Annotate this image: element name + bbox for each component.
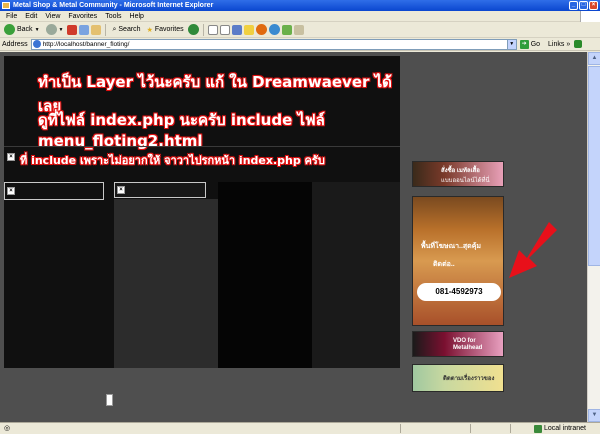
- chevron-down-icon: ▼: [58, 26, 64, 33]
- addon-icon[interactable]: [574, 40, 583, 48]
- menu-box-1: ×: [4, 182, 104, 200]
- ad-shop-banner[interactable]: สั่งซื้อ เมทัลเสื้อ แบบออนไลน์ได้ที่นี่: [412, 161, 504, 187]
- heading-line-3: ที่ include เพราะไม่อยากให้ จาวาไปรกหน้า…: [20, 154, 325, 167]
- ad-pig-text: ติดตามเรื่องราวของ: [443, 376, 495, 382]
- ie-window-icon: [2, 2, 10, 9]
- ad-vdo-text: VDO for Metalhead: [453, 338, 483, 351]
- messenger-icon[interactable]: [255, 24, 267, 35]
- search-label: Search: [118, 26, 141, 33]
- scroll-up-icon[interactable]: ▲: [588, 52, 600, 65]
- heading-line-2: ดูที่ไฟล์ index.php นะครับ include ไฟล์ …: [38, 111, 325, 150]
- status-divider: [510, 424, 511, 433]
- chevron-right-icon[interactable]: »: [566, 41, 570, 48]
- close-icon[interactable]: ×: [589, 1, 598, 10]
- ad-sidebar: สั่งซื้อ เมทัลเสื้อ แบบออนไลน์ได้ที่นี่ …: [402, 156, 508, 396]
- ad-shop-sub: แบบออนไลน์ได้ที่นี่: [441, 178, 490, 184]
- zone-label: Local intranet: [543, 425, 586, 432]
- divider: [4, 146, 400, 147]
- browser-window: Metal Shop & Metal Community - Microsoft…: [0, 0, 600, 434]
- menu-box-2: ×: [114, 182, 206, 198]
- window-controls: _ □ ×: [569, 1, 598, 10]
- back-arrow-icon: [4, 24, 15, 35]
- close-layer-icon[interactable]: ×: [7, 153, 15, 161]
- menu-edit[interactable]: Edit: [21, 11, 41, 21]
- ad-contact-text: ติดต่อ..: [433, 261, 455, 268]
- research-icon[interactable]: [268, 24, 280, 35]
- menu-view[interactable]: View: [41, 11, 64, 21]
- toolbar-divider: [105, 23, 107, 36]
- mail-icon[interactable]: [207, 24, 218, 35]
- ad-pig-banner[interactable]: ติดตามเรื่องราวของ: [412, 364, 504, 392]
- windows-logo-icon: [580, 11, 600, 22]
- status-bar: ◎ Local intranet: [0, 422, 600, 434]
- scroll-thumb[interactable]: [588, 66, 600, 266]
- menu-favorites[interactable]: Favorites: [64, 11, 101, 21]
- column-2: [114, 199, 218, 368]
- floating-layer: ทำเป็น Layer ไว้นะครับ แก้ ใน Dreamwaeve…: [4, 56, 400, 406]
- status-divider: [400, 424, 401, 433]
- tools-icon[interactable]: [293, 24, 304, 35]
- address-bar: Address http://localhost/banner_floting/…: [0, 38, 600, 51]
- minimize-icon[interactable]: _: [569, 1, 578, 10]
- red-arrow-icon: [509, 222, 557, 278]
- menu-help[interactable]: Help: [126, 11, 148, 21]
- chevron-down-icon: ▼: [34, 26, 40, 33]
- page-done-icon: ◎: [4, 425, 11, 432]
- ad-vdo-banner[interactable]: VDO for Metalhead: [412, 331, 504, 357]
- go-button[interactable]: ➜ Go: [519, 39, 541, 49]
- page-icon: [32, 40, 41, 48]
- folder-icon[interactable]: [243, 24, 254, 35]
- column-4: [312, 182, 400, 368]
- ad-space-banner[interactable]: พื้นที่โฆษณา..สุดคุ้ม ติดต่อ.. 081-45929…: [412, 196, 504, 326]
- address-label: Address: [2, 40, 28, 48]
- back-button[interactable]: Back ▼: [2, 23, 42, 37]
- close-layer-icon[interactable]: ×: [117, 186, 125, 194]
- menu-bar: File Edit View Favorites Tools Help: [0, 11, 600, 22]
- addon-icon[interactable]: [281, 24, 292, 35]
- home-icon[interactable]: [91, 24, 102, 35]
- maximize-icon[interactable]: □: [579, 1, 588, 10]
- star-icon: ★: [146, 26, 153, 34]
- ad-space-text: พื้นที่โฆษณา..สุดคุ้ม: [421, 243, 482, 250]
- menu-tools[interactable]: Tools: [101, 11, 125, 21]
- links-button[interactable]: Links: [548, 41, 564, 48]
- title-bar: Metal Shop & Metal Community - Microsoft…: [0, 0, 600, 11]
- go-label: Go: [530, 40, 541, 48]
- chevron-down-icon[interactable]: ▼: [506, 39, 516, 49]
- menu-file[interactable]: File: [2, 11, 21, 21]
- scroll-down-icon[interactable]: ▼: [588, 409, 600, 422]
- status-divider: [470, 424, 471, 433]
- column-3: [218, 182, 312, 368]
- media-icon[interactable]: [187, 24, 199, 35]
- ad-shop-text: สั่งซื้อ เมทัลเสื้อ: [441, 168, 480, 174]
- back-label: Back: [17, 26, 33, 33]
- favorites-button[interactable]: ★ Favorites: [145, 23, 186, 37]
- ad-phone-number: 081-4592973: [417, 283, 501, 301]
- edit-icon[interactable]: [231, 24, 242, 35]
- security-zone: Local intranet: [533, 423, 586, 434]
- toolbar-divider: [202, 23, 204, 36]
- address-value[interactable]: http://localhost/banner_floting/: [43, 41, 507, 48]
- search-button[interactable]: ⌕ Search: [110, 23, 142, 37]
- go-arrow-icon: ➜: [519, 39, 529, 49]
- intranet-icon: [533, 424, 542, 433]
- print-icon[interactable]: [219, 24, 230, 35]
- forward-arrow-icon: [45, 24, 57, 35]
- search-icon: ⌕: [112, 25, 117, 33]
- scroll-handle-icon[interactable]: [106, 394, 113, 406]
- forward-button[interactable]: ▼: [44, 23, 66, 37]
- vertical-scrollbar[interactable]: ▲ ▼: [587, 52, 600, 422]
- standard-toolbar: Back ▼ ▼ ⌕ Search ★ Favorites: [0, 22, 600, 38]
- window-title: Metal Shop & Metal Community - Microsoft…: [13, 2, 214, 9]
- stop-icon[interactable]: [67, 24, 78, 35]
- close-layer-icon[interactable]: ×: [7, 187, 15, 195]
- refresh-icon[interactable]: [79, 24, 90, 35]
- address-input[interactable]: http://localhost/banner_floting/ ▼: [30, 38, 517, 50]
- favorites-label: Favorites: [154, 26, 184, 33]
